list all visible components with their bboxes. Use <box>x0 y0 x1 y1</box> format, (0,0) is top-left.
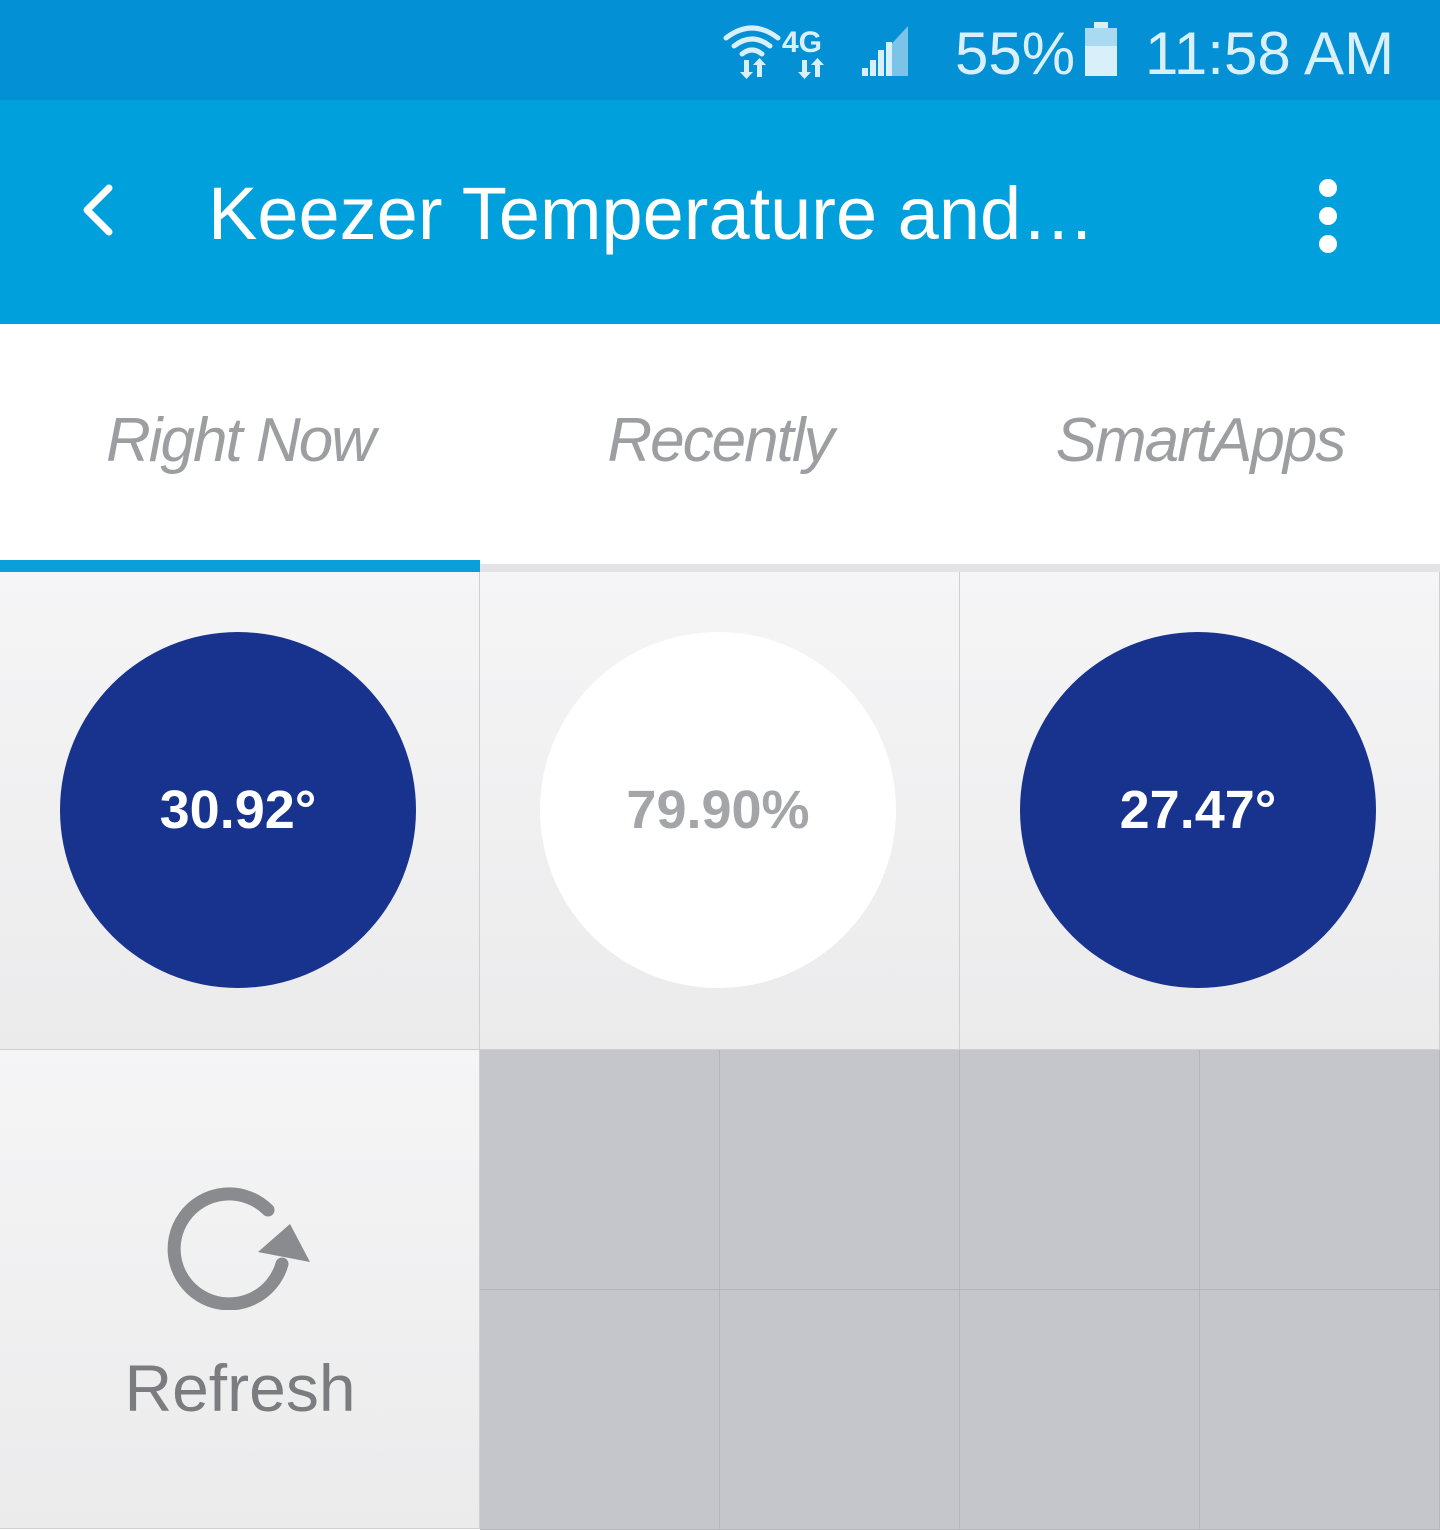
humidity-tile[interactable]: 79.90% <box>480 572 960 1050</box>
status-icons: 4G <box>723 25 908 79</box>
empty-grid-cell <box>1200 1290 1440 1530</box>
empty-grid-cell <box>720 1050 960 1290</box>
tab-recently[interactable]: Recently <box>480 324 960 564</box>
battery-icon <box>1085 22 1117 76</box>
refresh-tile[interactable]: Refresh <box>0 1050 480 1529</box>
empty-grid-cell <box>960 1290 1200 1530</box>
back-button[interactable] <box>62 160 132 260</box>
empty-grid-cell <box>480 1050 720 1290</box>
signal-icon <box>862 26 908 76</box>
device-tiles: 30.92° 79.90% 27.47° Refresh <box>0 572 1440 1530</box>
wifi-arrows-icon <box>740 58 766 79</box>
empty-grid-cell <box>480 1290 720 1530</box>
status-bar: 4G 55% 11:58 AM <box>0 0 1440 100</box>
empty-grid-cell <box>720 1290 960 1530</box>
temperature-tile[interactable]: 30.92° <box>0 572 480 1050</box>
empty-grid-cell <box>1200 1050 1440 1290</box>
tab-smartapps[interactable]: SmartApps <box>960 324 1440 564</box>
page-title: Keezer Temperature and… <box>208 172 1096 255</box>
tab-right-now[interactable]: Right Now <box>0 324 480 564</box>
temperature-value: 30.92° <box>60 632 416 988</box>
clock: 11:58 AM <box>1145 20 1395 87</box>
humidity-value: 79.90% <box>540 632 896 988</box>
wifi-icon <box>723 25 781 57</box>
chevron-left-icon <box>83 184 113 236</box>
battery-percent: 55% <box>955 20 1076 87</box>
active-tab-indicator <box>0 560 480 572</box>
app-bar: Keezer Temperature and… <box>0 100 1440 324</box>
temperature-tile-2[interactable]: 27.47° <box>960 572 1440 1050</box>
temperature-value-2: 27.47° <box>1020 632 1376 988</box>
more-options-button[interactable] <box>1298 166 1358 266</box>
lte-icon: 4G <box>782 26 822 59</box>
tab-bar: Right Now Recently SmartApps <box>0 324 1440 572</box>
refresh-icon <box>167 1187 310 1310</box>
more-vertical-icon <box>1319 179 1337 253</box>
refresh-label: Refresh <box>124 1351 356 1425</box>
lte-arrows-icon <box>798 58 824 79</box>
empty-grid-cell <box>960 1050 1200 1290</box>
